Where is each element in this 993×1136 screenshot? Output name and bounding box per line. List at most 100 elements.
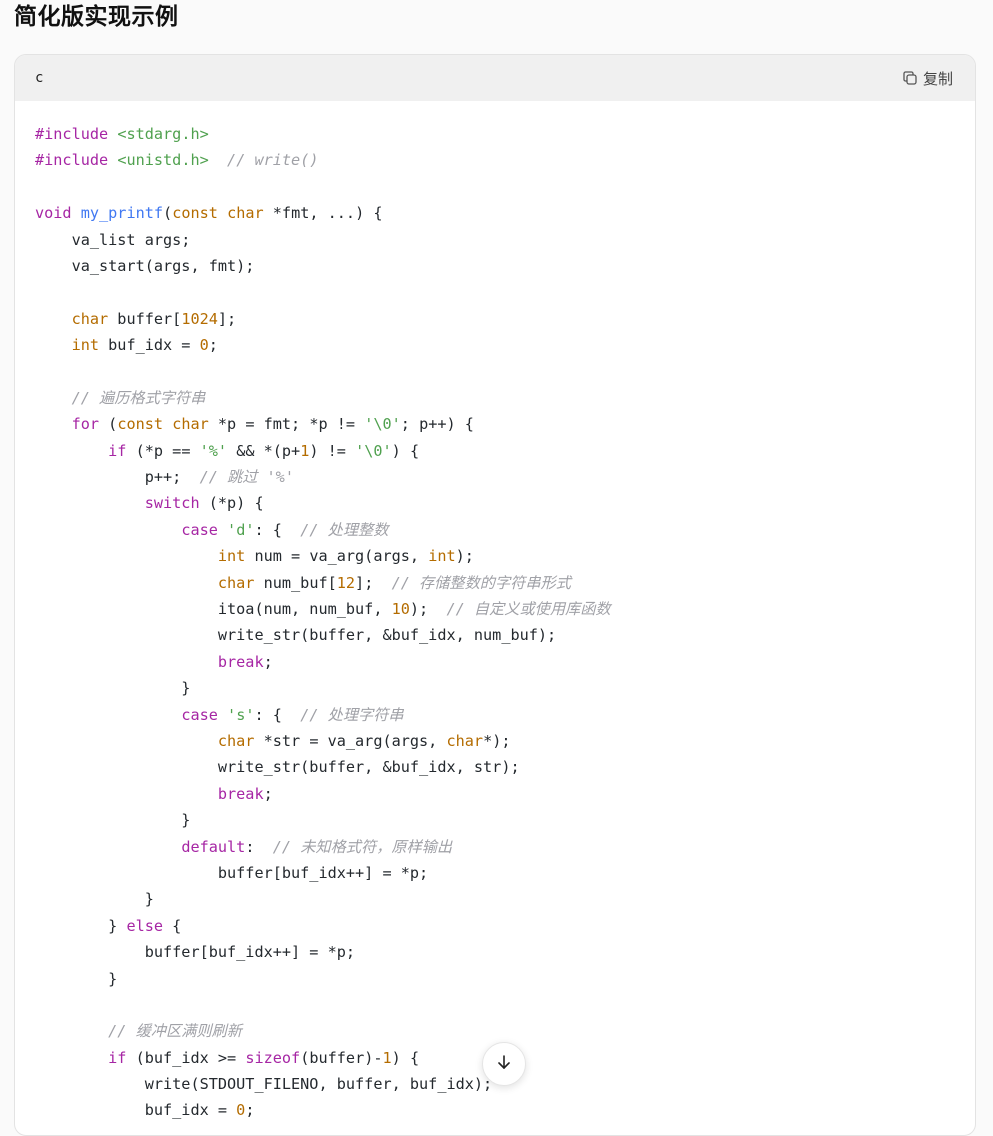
code-token: } — [35, 916, 127, 935]
code-token: && *(p+ — [227, 441, 301, 460]
code-token: char — [71, 309, 109, 328]
code-token: buf_idx = — [35, 1101, 237, 1120]
code-token: char — [217, 731, 255, 750]
code-token: } — [35, 890, 154, 909]
code-line: } else { — [35, 913, 955, 939]
code-token: write_str(buffer, &buf_idx, str); — [35, 758, 520, 777]
code-token: ; p++) { — [400, 415, 474, 434]
code-token: *p = fmt; *p != — [208, 415, 365, 434]
code-token: ; — [263, 784, 273, 803]
code-token: // 缓冲区满则刷新 — [108, 1022, 242, 1041]
code-token: (*p) { — [199, 494, 264, 513]
code-token: default — [181, 837, 246, 856]
code-token: if — [108, 1048, 127, 1067]
code-token: void — [35, 204, 72, 223]
code-line: #include <stdarg.h> — [35, 121, 955, 147]
code-token: // 处理字符串 — [300, 705, 404, 724]
code-line: } — [35, 966, 955, 992]
code-line: char buffer[1024]; — [35, 306, 955, 332]
code-token: ]; — [217, 309, 237, 328]
code-token: *str = va_arg(args, — [254, 731, 447, 750]
code-token: <unistd.h> — [117, 151, 209, 170]
code-line: write_str(buffer, &buf_idx, str); — [35, 754, 955, 780]
code-token: int — [428, 547, 456, 566]
code-token: '%' — [199, 441, 228, 460]
code-line: // 缓冲区满则刷新 — [35, 1018, 955, 1044]
code-line: #include <unistd.h> // write() — [35, 147, 955, 173]
code-token: ) != — [309, 441, 356, 460]
code-token: <stdarg.h> — [117, 125, 209, 143]
code-token: ) { — [391, 441, 420, 460]
code-line: itoa(num, num_buf, 10); // 自定义或使用库函数 — [35, 596, 955, 622]
code-token: itoa(num, num_buf, — [35, 600, 392, 619]
code-line: char num_buf[12]; // 存储整数的字符串形式 — [35, 570, 955, 596]
code-line: if (*p == '%' && *(p+1) != '\0') { — [35, 438, 955, 464]
code-token: (*p == — [126, 441, 200, 460]
code-token: buffer[buf_idx++] = *p; — [35, 943, 356, 962]
code-token: *fmt, ...) { — [263, 204, 383, 223]
code-token: ]; — [355, 573, 392, 592]
code-token: p++; — [35, 468, 200, 487]
scroll-down-button[interactable] — [482, 1042, 526, 1086]
page-title: 简化版实现示例 — [14, 4, 179, 30]
code-token: } — [35, 969, 118, 988]
code-line: case 's': { // 处理字符串 — [35, 702, 955, 728]
code-line: default: // 未知格式符，原样输出 — [35, 834, 955, 860]
code-token: char — [172, 415, 209, 434]
code-token: : { — [254, 520, 301, 539]
code-token: '\0' — [364, 415, 401, 434]
code-line: int num = va_arg(args, int); — [35, 543, 955, 569]
code-token: const — [117, 415, 164, 434]
code-line: break; — [35, 649, 955, 675]
code-token: *); — [483, 731, 511, 750]
code-token: 1 — [300, 441, 310, 460]
code-token: ; — [263, 652, 273, 671]
copy-button[interactable]: 复制 — [902, 68, 953, 89]
code-line: break; — [35, 781, 955, 807]
code-token: // 自定义或使用库函数 — [446, 600, 611, 619]
code-token: #include — [35, 151, 109, 170]
code-block-header: c 复制 — [15, 55, 975, 101]
code-token: break — [217, 652, 264, 671]
code-token: ); — [409, 600, 447, 619]
code-token: { — [163, 916, 182, 935]
code-token: sizeof — [245, 1048, 301, 1067]
code-token: int — [217, 547, 246, 566]
code-token: buffer[buf_idx++] = *p; — [35, 863, 429, 882]
code-token: (buffer)- — [300, 1048, 383, 1067]
code-token: // 跳过 '%' — [199, 468, 294, 487]
code-token: write(STDOUT_FILENO, buffer, buf_idx); — [35, 1075, 493, 1094]
code-line: buf_idx = 0; — [35, 1097, 955, 1123]
code-token: my_printf — [80, 204, 164, 223]
code-token: case — [181, 705, 218, 724]
code-block: c 复制 #include <stdarg.h> #include <unistd… — [14, 54, 976, 1136]
code-token: buffer[ — [108, 309, 182, 328]
code-line: // 遍历格式字符串 — [35, 385, 955, 411]
code-token: // 处理整数 — [300, 520, 389, 539]
code-token: (buf_idx >= — [126, 1048, 246, 1067]
code-token: va_list args; — [35, 230, 191, 249]
code-line: buffer[buf_idx++] = *p; — [35, 860, 955, 886]
code-token: char — [227, 204, 264, 223]
